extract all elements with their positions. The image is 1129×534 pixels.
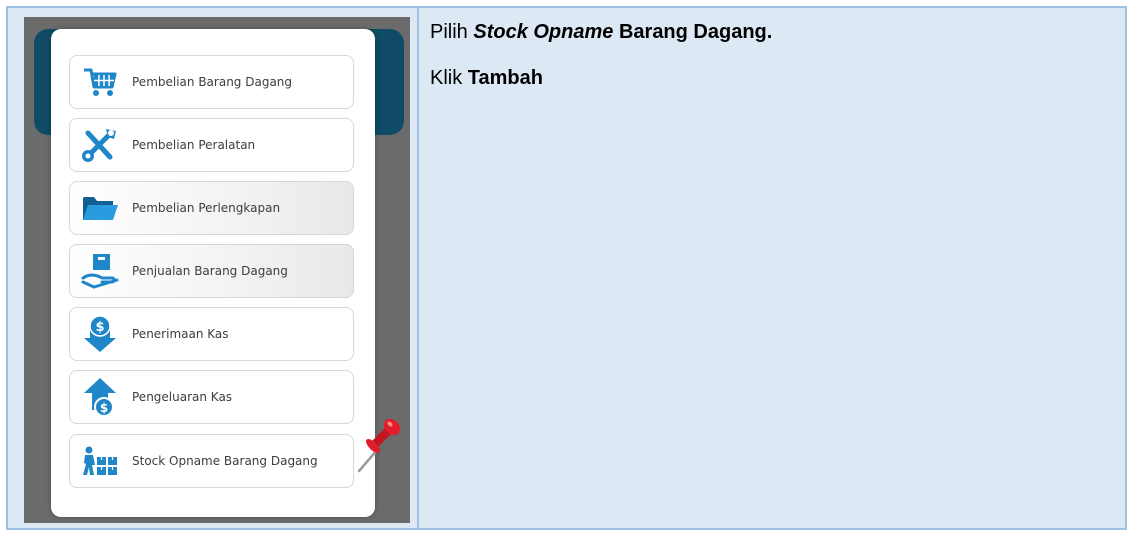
menu-item-pembelian-perlengkapan[interactable]: Pembelian Perlengkapan [69, 181, 354, 235]
menu-item-label: Pembelian Peralatan [132, 138, 256, 152]
menu-item-label: Pembelian Perlengkapan [132, 201, 281, 215]
cash-out-icon: $ [78, 375, 122, 419]
menu-item-label: Penjualan Barang Dagang [132, 264, 288, 278]
transaction-menu-modal: Pembelian Barang Dagang Pembelian Perala… [51, 29, 375, 517]
instruction-line-2: Klik Tambah [430, 67, 543, 90]
menu-item-penjualan-barang-dagang[interactable]: Penjualan Barang Dagang [69, 244, 354, 298]
instruction-line-1-italic: Stock Opname [473, 21, 614, 43]
table-column-divider [417, 8, 419, 528]
instruction-line-1: Pilih Stock Opname Barang Dagang. [430, 21, 772, 44]
instruction-line-1-bold: Barang Dagang. [613, 21, 773, 43]
menu-item-label: Pengeluaran Kas [132, 390, 233, 404]
menu-item-stock-opname-barang-dagang[interactable]: Stock Opname Barang Dagang [69, 434, 354, 488]
menu-item-label: Penerimaan Kas [132, 327, 229, 341]
menu-item-label: Stock Opname Barang Dagang [132, 454, 318, 468]
cash-in-icon: $ [78, 312, 122, 356]
stock-opname-icon [78, 439, 122, 483]
hand-box-icon [78, 249, 122, 293]
menu-item-pengeluaran-kas[interactable]: $ Pengeluaran Kas [69, 370, 354, 424]
svg-text:$: $ [95, 320, 104, 335]
instruction-line-1-prefix: Pilih [430, 21, 474, 43]
tools-icon [78, 123, 122, 167]
menu-item-pembelian-barang-dagang[interactable]: Pembelian Barang Dagang [69, 55, 354, 109]
folder-icon [78, 186, 122, 230]
menu-item-pembelian-peralatan[interactable]: Pembelian Peralatan [69, 118, 354, 172]
instruction-table: Pembelian Barang Dagang Pembelian Perala… [6, 6, 1127, 530]
menu-item-penerimaan-kas[interactable]: $ Penerimaan Kas [69, 307, 354, 361]
instruction-line-2-bold: Tambah [467, 67, 543, 89]
app-screenshot: Pembelian Barang Dagang Pembelian Perala… [24, 17, 410, 523]
cart-icon [78, 60, 122, 104]
instruction-line-2-prefix: Klik [430, 67, 468, 89]
menu-item-label: Pembelian Barang Dagang [132, 75, 293, 89]
pushpin-icon [357, 418, 401, 473]
svg-text:$: $ [100, 401, 108, 415]
